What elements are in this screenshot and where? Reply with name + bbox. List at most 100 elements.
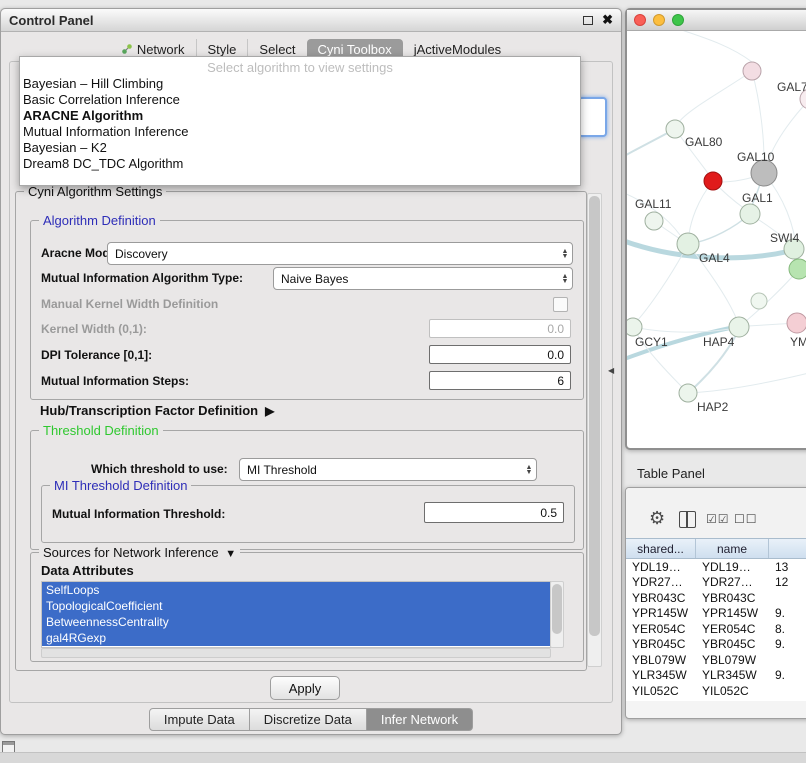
- node-label: GAL10: [737, 150, 775, 164]
- mi-threshold-group: MI Threshold Definition Mutual Informati…: [41, 485, 575, 543]
- bottom-tab-impute-data[interactable]: Impute Data: [149, 708, 250, 731]
- table-cell: 9.: [769, 668, 806, 682]
- dropdown-item[interactable]: Bayesian – K2: [20, 140, 580, 156]
- table-cell: YBR045C: [626, 637, 696, 651]
- minimize-traffic-light-icon[interactable]: [653, 14, 665, 26]
- column-header[interactable]: [769, 539, 806, 558]
- network-window-titlebar[interactable]: [627, 10, 806, 31]
- zoom-traffic-light-icon[interactable]: [672, 14, 684, 26]
- table-cell: YER054C: [696, 622, 769, 636]
- aracne-mode-value: Discovery: [108, 247, 558, 261]
- algorithm-definition-group: Algorithm Definition Aracne Mode: Discov…: [30, 220, 584, 400]
- network-node-gal4[interactable]: [677, 233, 699, 255]
- settings-scrollbar[interactable]: [587, 193, 602, 667]
- collapse-arrow-icon[interactable]: ▼: [222, 548, 236, 560]
- tab-label: Network: [137, 42, 185, 57]
- settings-group-title: Cyni Algorithm Settings: [24, 184, 166, 199]
- which-threshold-select[interactable]: MI Threshold ▲▼: [239, 458, 537, 481]
- network-node[interactable]: [704, 172, 722, 190]
- network-node-gcy1[interactable]: [627, 318, 642, 336]
- network-node-hap2[interactable]: [679, 384, 697, 402]
- table-row[interactable]: YIL052CYIL052C: [626, 683, 806, 699]
- bottom-tab-infer-network[interactable]: Infer Network: [367, 708, 473, 731]
- table-cell: YDR27…: [626, 575, 696, 589]
- table-row[interactable]: YBR043CYBR043C: [626, 590, 806, 606]
- table-cell: 9.: [769, 606, 806, 620]
- dropdown-item[interactable]: Bayesian – Hill Climbing: [20, 76, 580, 92]
- dropdown-item[interactable]: Basic Correlation Inference: [20, 92, 580, 108]
- attributes-hscrollbar[interactable]: [41, 648, 551, 658]
- network-node-gal80[interactable]: [666, 120, 684, 138]
- network-edge[interactable]: [679, 71, 752, 122]
- mi-threshold-group-title: MI Threshold Definition: [50, 478, 191, 493]
- network-canvas[interactable]: GAL7GAL80GAL10GAL11GAL1SWI4GAL4GCY1HAP4Y…: [627, 31, 806, 446]
- data-attributes-list[interactable]: SelfLoopsTopologicalCoefficientBetweenne…: [41, 581, 551, 648]
- attribute-list-item[interactable]: BetweennessCentrality: [42, 614, 550, 630]
- dropdown-item[interactable]: Dream8 DC_TDC Algorithm: [20, 156, 580, 172]
- mi-threshold-field[interactable]: [424, 502, 564, 523]
- tab-label: Select: [259, 42, 295, 57]
- network-edge[interactable]: [752, 71, 764, 160]
- node-label: HAP2: [697, 400, 729, 414]
- hub-definition-label: Hub/Transcription Factor Definition: [40, 403, 258, 418]
- table-cell: YBL079W: [696, 653, 769, 667]
- stepper-icon: ▲▼: [522, 465, 536, 475]
- select-all-checks-icon[interactable]: ☑☑: [706, 512, 730, 526]
- column-header[interactable]: name: [696, 539, 769, 558]
- table-row[interactable]: YDL19…YDL19…13: [626, 559, 806, 575]
- apply-button[interactable]: Apply: [270, 676, 340, 700]
- close-traffic-light-icon[interactable]: [634, 14, 646, 26]
- table-cell: YDL19…: [696, 560, 769, 574]
- algorithm-combo-fragment[interactable]: [578, 97, 607, 137]
- node-label: HAP4: [703, 335, 735, 349]
- table-header-row: shared...name: [626, 538, 806, 559]
- mi-type-select[interactable]: Naive Bayes ▲▼: [273, 267, 573, 290]
- attributes-scrollbar[interactable]: [550, 581, 564, 648]
- threshold-definition-title: Threshold Definition: [39, 423, 163, 438]
- network-node-gal1[interactable]: [740, 204, 760, 224]
- clear-checks-icon[interactable]: ☐☐: [734, 512, 758, 526]
- network-edge[interactable]: [667, 31, 752, 62]
- kernel-width-field[interactable]: [429, 319, 571, 338]
- table-row[interactable]: YDR27…YDR27…12: [626, 575, 806, 591]
- bottom-tab-discretize-data[interactable]: Discretize Data: [250, 708, 367, 731]
- dropdown-item[interactable]: ARACNE Algorithm: [20, 108, 580, 124]
- aracne-mode-select[interactable]: Discovery ▲▼: [107, 242, 573, 265]
- mi-steps-label: Mutual Information Steps:: [41, 374, 189, 388]
- control-panel-titlebar[interactable]: Control Panel ✖: [1, 9, 621, 32]
- mi-type-label: Mutual Information Algorithm Type:: [41, 271, 243, 285]
- column-header[interactable]: shared...: [626, 539, 696, 558]
- dropdown-placeholder: Select algorithm to view settings: [20, 60, 580, 76]
- attribute-list-item[interactable]: gal4RGexp: [42, 630, 550, 646]
- hub-definition-toggle[interactable]: Hub/Transcription Factor Definition ▶: [40, 403, 274, 418]
- attribute-list-item[interactable]: SelfLoops: [42, 582, 550, 598]
- mi-steps-field[interactable]: [429, 371, 571, 390]
- dpi-tolerance-field[interactable]: [429, 345, 571, 364]
- table-row[interactable]: YBL079WYBL079W: [626, 652, 806, 668]
- network-edge[interactable]: [688, 371, 806, 393]
- network-node-hap4[interactable]: [729, 317, 749, 337]
- network-node[interactable]: [743, 62, 761, 80]
- node-label: GAL80: [685, 135, 723, 149]
- network-node[interactable]: [789, 259, 806, 279]
- panel-collapse-handle[interactable]: ◀: [608, 366, 614, 375]
- table-row[interactable]: YPR145WYPR145W9.: [626, 606, 806, 622]
- network-view-window: GAL7GAL80GAL10GAL11GAL1SWI4GAL4GCY1HAP4Y…: [625, 8, 806, 450]
- kernel-width-label: Kernel Width (0,1):: [41, 322, 147, 336]
- table-row[interactable]: YBR045CYBR045C9.: [626, 637, 806, 653]
- close-icon[interactable]: ✖: [602, 14, 613, 26]
- network-node[interactable]: [751, 293, 767, 309]
- table-row[interactable]: YLR345WYLR345W9.: [626, 668, 806, 684]
- table-row[interactable]: YER054CYER054C8.: [626, 621, 806, 637]
- float-window-icon[interactable]: [583, 16, 593, 25]
- network-node-ym[interactable]: [787, 313, 806, 333]
- table-cell: 12: [769, 575, 806, 589]
- gear-icon[interactable]: ⚙: [649, 508, 665, 529]
- attribute-list-item[interactable]: TopologicalCoefficient: [42, 598, 550, 614]
- expand-arrow-icon[interactable]: ▶: [262, 404, 275, 418]
- manual-kernel-checkbox[interactable]: [553, 297, 568, 312]
- dropdown-item[interactable]: Mutual Information Inference: [20, 124, 580, 140]
- network-node-gal11[interactable]: [645, 212, 663, 230]
- columns-icon[interactable]: [679, 511, 696, 528]
- table-cell: YLR345W: [696, 668, 769, 682]
